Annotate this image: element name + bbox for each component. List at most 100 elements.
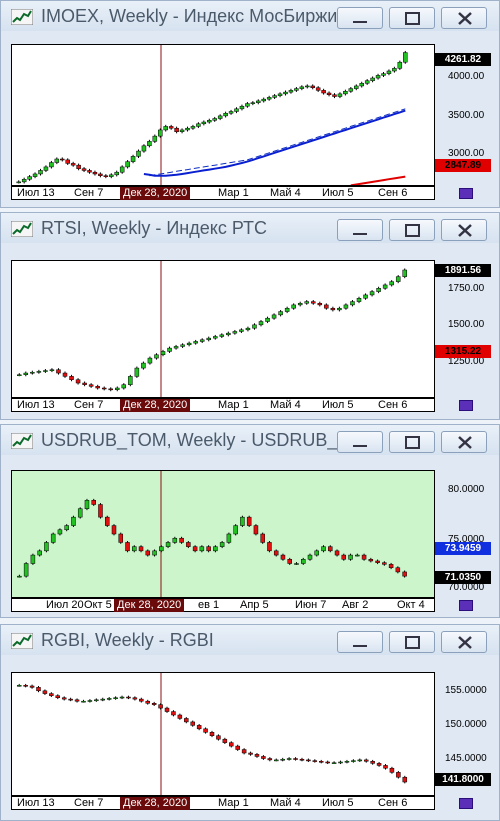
candle-body xyxy=(88,384,94,387)
minimize-button[interactable] xyxy=(337,431,383,453)
candle-body xyxy=(288,90,294,93)
y-tick-label: 80.0000 xyxy=(448,484,485,495)
x-tick-label: Июн 7 xyxy=(295,599,327,611)
candle-body xyxy=(192,546,198,552)
x-tick-label: Апр 5 xyxy=(240,599,269,611)
close-button[interactable] xyxy=(441,219,487,241)
close-button[interactable] xyxy=(441,431,487,453)
y-tick-label: 3000.00 xyxy=(448,148,485,159)
window-titlebar[interactable]: RTSI, Weekly - Индекс РТС xyxy=(1,213,499,243)
candle-body xyxy=(359,83,364,87)
candle-body xyxy=(30,554,36,564)
window-titlebar[interactable]: IMOEX, Weekly - Индекс МосБиржи xyxy=(1,1,499,31)
maximize-button[interactable] xyxy=(389,7,435,29)
price-chart-rtsi[interactable] xyxy=(11,260,435,398)
candle-body xyxy=(310,85,315,88)
time-axis: Июл 13 Сен 7 Дек 28, 2020 Мар 1 Май 4 Ию… xyxy=(11,186,435,200)
candle-body xyxy=(84,500,90,509)
candle-body xyxy=(136,150,141,157)
candle-body xyxy=(103,175,109,177)
candle-body xyxy=(75,379,81,384)
candle-body xyxy=(299,758,305,761)
candle-body xyxy=(17,374,22,376)
candle-body xyxy=(128,376,133,385)
window-title: USDRUB_TOM, Weekly - USDRUB_T... xyxy=(41,430,362,450)
candle-body xyxy=(239,329,244,332)
maximize-button[interactable] xyxy=(389,431,435,453)
scale-toggle-button[interactable] xyxy=(459,798,473,809)
scale-toggle-button[interactable] xyxy=(459,600,473,611)
candle-body xyxy=(344,761,350,763)
minimize-button[interactable] xyxy=(337,631,383,653)
window-titlebar[interactable]: RGBI, Weekly - RGBI xyxy=(1,625,499,655)
candle-body xyxy=(56,369,61,374)
candle-body xyxy=(50,533,56,543)
y-tick-label: 1500.00 xyxy=(448,319,485,330)
candle-body xyxy=(186,542,191,547)
candle-body xyxy=(348,88,354,92)
candle-body xyxy=(383,765,388,769)
x-tick-label: Июл 13 xyxy=(17,187,55,199)
candle-body xyxy=(141,145,147,152)
y-tick-label: 155.0000 xyxy=(445,685,487,696)
candle-body xyxy=(213,546,218,552)
close-button[interactable] xyxy=(441,7,487,29)
candle-body xyxy=(357,759,363,762)
price-chart-rgbi[interactable] xyxy=(11,672,435,796)
candle-body xyxy=(177,714,183,719)
candle-body xyxy=(49,369,55,371)
candle-body xyxy=(294,563,299,565)
maximize-button[interactable] xyxy=(389,219,435,241)
time-axis: Июл 13 Сен 7 Дек 28, 2020 Мар 1 Май 4 Ию… xyxy=(11,796,435,810)
candle-body xyxy=(354,85,359,89)
candle-body xyxy=(152,550,157,556)
last-price-badge: 4261.82 xyxy=(435,53,491,66)
y-tick-label: 1750.00 xyxy=(448,283,485,294)
window-title: RTSI, Weekly - Индекс РТС xyxy=(41,218,268,238)
candle-body xyxy=(27,176,32,180)
candle-body xyxy=(217,115,223,119)
candle-body xyxy=(369,291,375,296)
candle-body xyxy=(402,571,407,577)
candle-body xyxy=(207,120,212,123)
candle-body xyxy=(151,703,157,705)
candle-body xyxy=(283,91,288,95)
scale-toggle-button[interactable] xyxy=(459,400,473,411)
scale-toggle-button[interactable] xyxy=(459,188,473,199)
candle-body xyxy=(261,98,266,102)
candle-body xyxy=(317,302,323,306)
minimize-button[interactable] xyxy=(337,219,383,241)
y-tick-label: 3500.00 xyxy=(448,110,485,121)
x-tick-label: Июл 5 xyxy=(322,187,354,199)
candle-body xyxy=(307,554,313,560)
price-chart-imoex[interactable] xyxy=(11,44,435,186)
ma-price-badge: 1315.22 xyxy=(435,345,491,358)
candle-body xyxy=(368,559,374,562)
cursor-date-label: Дек 28, 2020 xyxy=(120,797,191,810)
candle-body xyxy=(287,559,292,564)
candle-body xyxy=(125,542,130,552)
close-button[interactable] xyxy=(441,631,487,653)
candle-body xyxy=(121,384,127,389)
candle-body xyxy=(185,127,190,131)
candle-body xyxy=(92,171,98,175)
price-chart-usdrub[interactable] xyxy=(11,470,435,598)
candle-body xyxy=(396,772,401,778)
candle-body xyxy=(312,760,318,762)
candle-body xyxy=(229,742,234,747)
minimize-button[interactable] xyxy=(337,7,383,29)
candle-body xyxy=(141,362,146,369)
window-titlebar[interactable]: USDRUB_TOM, Weekly - USDRUB_T... xyxy=(1,425,499,455)
ma-price-badge: 2847.89 xyxy=(435,159,491,172)
candle-body xyxy=(278,311,283,316)
chart-icon xyxy=(11,9,33,25)
candle-body xyxy=(180,344,185,347)
candle-body xyxy=(54,158,60,163)
maximize-button[interactable] xyxy=(389,631,435,653)
candle-body xyxy=(250,102,256,104)
ma-price-badge: 73.9459 xyxy=(435,542,491,555)
candle-body xyxy=(226,533,232,543)
candle-body xyxy=(199,546,205,552)
candle-body xyxy=(159,546,164,552)
candle-body xyxy=(261,756,266,759)
